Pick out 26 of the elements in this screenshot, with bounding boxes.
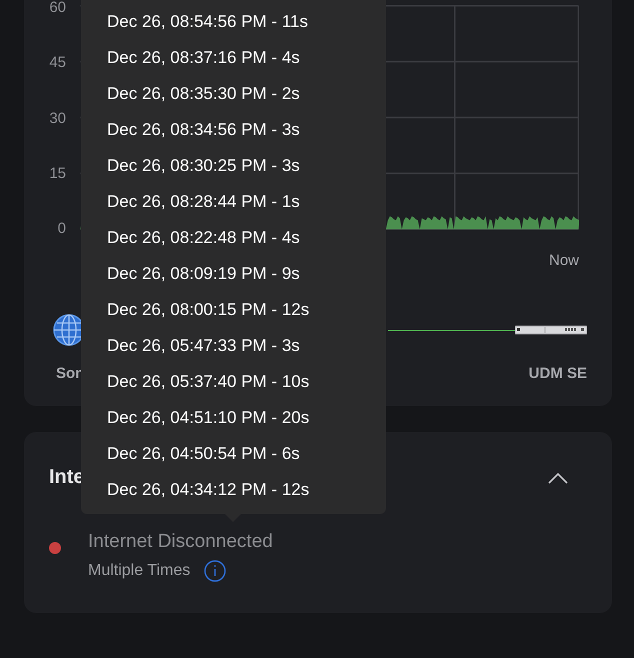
axis-label: 60 <box>49 0 66 16</box>
chevron-icon[interactable] <box>548 472 568 484</box>
axis-label: 15 <box>49 166 66 182</box>
router-icon <box>515 325 587 335</box>
event-title: Internet Disconnected <box>88 530 273 554</box>
axis-label: 30 <box>49 110 66 126</box>
disconnect-time: Dec 26, 08:22:48 PM - 4s <box>106 227 300 249</box>
disconnect-time: Dec 26, 05:47:33 PM - 3s <box>106 335 300 357</box>
axis-label: 45 <box>49 55 66 72</box>
disconnect-time: Dec 26, 08:30:25 PM - 3s <box>106 155 300 177</box>
disconnect-time: Dec 26, 08:35:30 PM - 2s <box>106 83 300 105</box>
disconnect-time: Dec 26, 08:09:19 PM - 9s <box>106 263 300 285</box>
event-detail: Multiple Times <box>88 562 190 580</box>
disconnect-time: Dec 26, 04:34:12 PM - 12s <box>106 479 310 501</box>
node-label: UDM SE <box>528 365 587 382</box>
axis-label: Now <box>548 252 579 269</box>
disconnect-time: Dec 26, 05:37:40 PM - 10s <box>106 371 310 393</box>
disconnect-time: Dec 26, 04:50:54 PM - 6s <box>106 443 300 465</box>
disconnect-time: Dec 26, 08:54:56 PM - 11s <box>106 11 308 33</box>
disconnect-time: Dec 26, 08:37:16 PM - 4s <box>106 47 300 69</box>
disconnect-time: Dec 26, 08:34:56 PM - 3s <box>106 119 300 141</box>
info-icon[interactable] <box>204 560 226 582</box>
disconnect-time: Dec 26, 08:28:44 PM - 1s <box>106 191 300 213</box>
disconnect-time: Dec 26, 04:51:10 PM - 20s <box>106 407 310 429</box>
disconnect-time: Dec 26, 08:00:15 PM - 12s <box>106 299 310 321</box>
axis-label: 0 <box>58 221 66 237</box>
